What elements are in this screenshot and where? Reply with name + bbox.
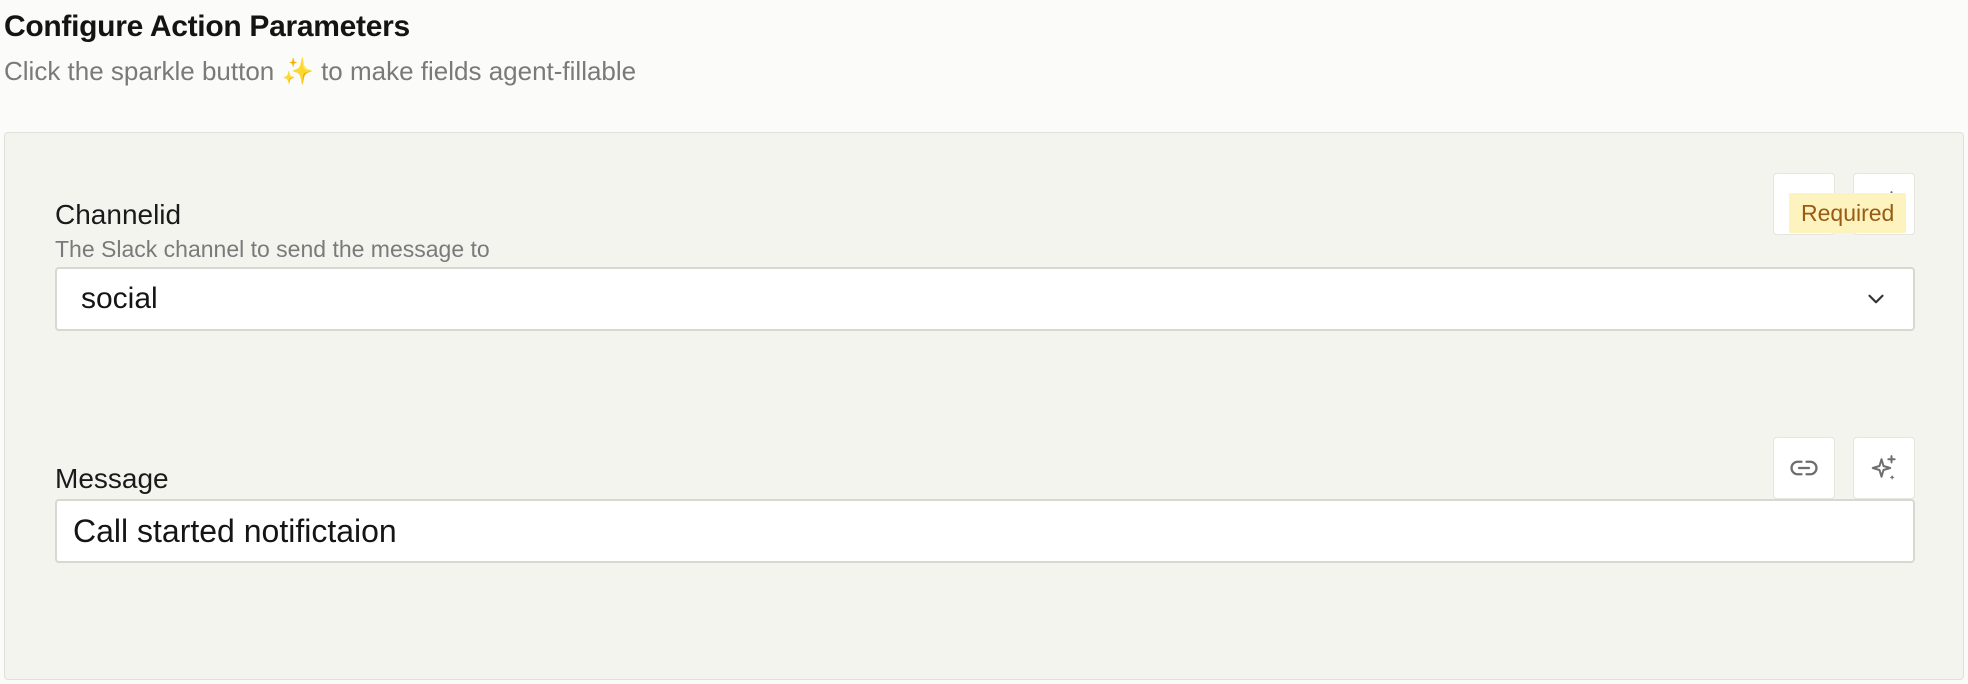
channelid-description: The Slack channel to send the message to bbox=[55, 236, 490, 262]
link-button-message[interactable] bbox=[1773, 437, 1835, 499]
channelid-label: Channelid bbox=[55, 199, 182, 230]
sparkle-icon bbox=[1871, 455, 1896, 480]
required-badge: Required bbox=[1789, 193, 1907, 233]
configure-action-page: Configure Action Parameters Click the sp… bbox=[0, 0, 1968, 684]
page-subtitle: Click the sparkle button ✨ to make field… bbox=[4, 56, 637, 86]
message-label: Message bbox=[55, 463, 169, 494]
message-input[interactable] bbox=[55, 499, 1915, 563]
channelid-select-value: social bbox=[81, 282, 158, 315]
sparkle-button-message[interactable] bbox=[1853, 437, 1915, 499]
link-icon bbox=[1790, 460, 1818, 476]
parameters-panel: Channelid Required The Slack channel to … bbox=[4, 132, 1964, 680]
chevron-down-icon bbox=[1868, 294, 1884, 304]
page-title: Configure Action Parameters bbox=[4, 10, 410, 43]
channelid-select[interactable]: social bbox=[55, 267, 1915, 331]
